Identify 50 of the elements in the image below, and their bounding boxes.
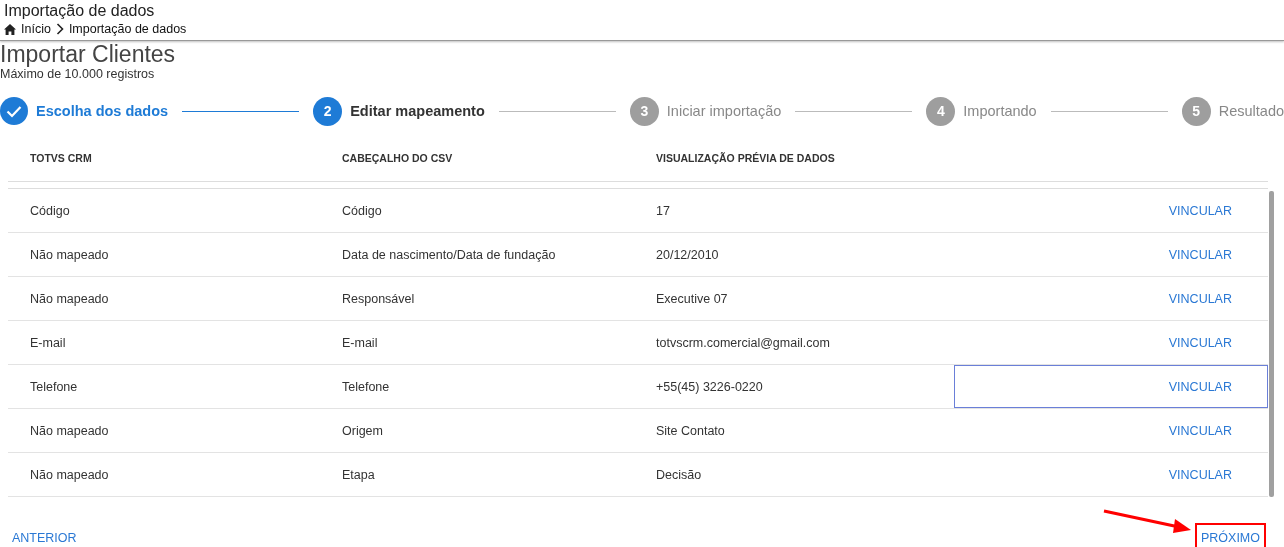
column-header: TOTVS CRM <box>29 152 92 164</box>
home-icon <box>4 23 16 35</box>
table-cell-text: 17 <box>655 203 670 218</box>
column-header: CABEÇALHO DO CSV <box>341 152 453 164</box>
step-number: 4 <box>926 96 956 126</box>
breadcrumb-link[interactable]: Importação de dados <box>68 22 187 36</box>
scrollbar[interactable] <box>1269 191 1274 497</box>
link-action[interactable]: VINCULAR <box>1168 423 1232 438</box>
table-cell-text: Telefone <box>341 379 390 394</box>
table-cell-text: Executive 07 <box>655 291 728 306</box>
table-cell-text: Não mapeado <box>29 423 109 438</box>
page-title: Importar Clientes <box>0 42 176 66</box>
table-cell-text: 20/12/2010 <box>655 247 719 262</box>
page-header-title: Importação de dados <box>4 1 155 21</box>
table-cell-text: Não mapeado <box>29 467 109 482</box>
table-cell-text: +55(45) 3226-0220 <box>655 379 763 394</box>
table-cell-text: Código <box>341 203 382 218</box>
column-header: VISUALIZAÇÃO PRÉVIA DE DADOS <box>655 152 835 164</box>
previous-button[interactable]: ANTERIOR <box>6 523 83 547</box>
table-cell-text: Data de nascimento/Data de fundação <box>341 247 556 262</box>
step-label[interactable]: Importando <box>963 103 1037 119</box>
next-button[interactable]: PRÓXIMO <box>1194 523 1266 547</box>
table-cell-text: Responsável <box>341 291 415 306</box>
step-label[interactable]: Escolha dos dados <box>36 103 169 119</box>
link-action[interactable]: VINCULAR <box>1168 467 1232 482</box>
table-cell-text: Não mapeado <box>29 291 109 306</box>
table-cell-text: Decisão <box>655 467 702 482</box>
step-number: 3 <box>629 96 659 126</box>
step-number: 5 <box>1181 96 1211 126</box>
step-label[interactable]: Editar mapeamento <box>350 103 485 119</box>
step-label[interactable]: Resultado <box>1218 103 1284 119</box>
breadcrumb-link[interactable]: Início <box>21 22 51 36</box>
table-cell-text: Site Contato <box>655 423 725 438</box>
table-cell-text: Telefone <box>29 379 78 394</box>
link-action[interactable]: VINCULAR <box>1168 379 1232 394</box>
chevron-right-icon <box>55 23 64 35</box>
table-cell-text: Etapa <box>341 467 375 482</box>
table-cell-text: E-mail <box>341 335 378 350</box>
table-cell-text: E-mail <box>29 335 66 350</box>
link-action[interactable]: VINCULAR <box>1168 291 1232 306</box>
link-action[interactable]: VINCULAR <box>1168 203 1232 218</box>
table-cell-text: Não mapeado <box>29 247 109 262</box>
link-action[interactable]: VINCULAR <box>1168 335 1232 350</box>
step-label[interactable]: Iniciar importação <box>666 103 782 119</box>
page-subtitle: Máximo de 10.000 registros <box>0 67 155 81</box>
link-action[interactable]: VINCULAR <box>1168 247 1232 262</box>
step-number: 2 <box>313 96 343 126</box>
table-cell-text: Código <box>29 203 70 218</box>
table-cell-text: totvscrm.comercial@gmail.com <box>655 335 830 350</box>
table-cell-text: Origem <box>341 423 383 438</box>
